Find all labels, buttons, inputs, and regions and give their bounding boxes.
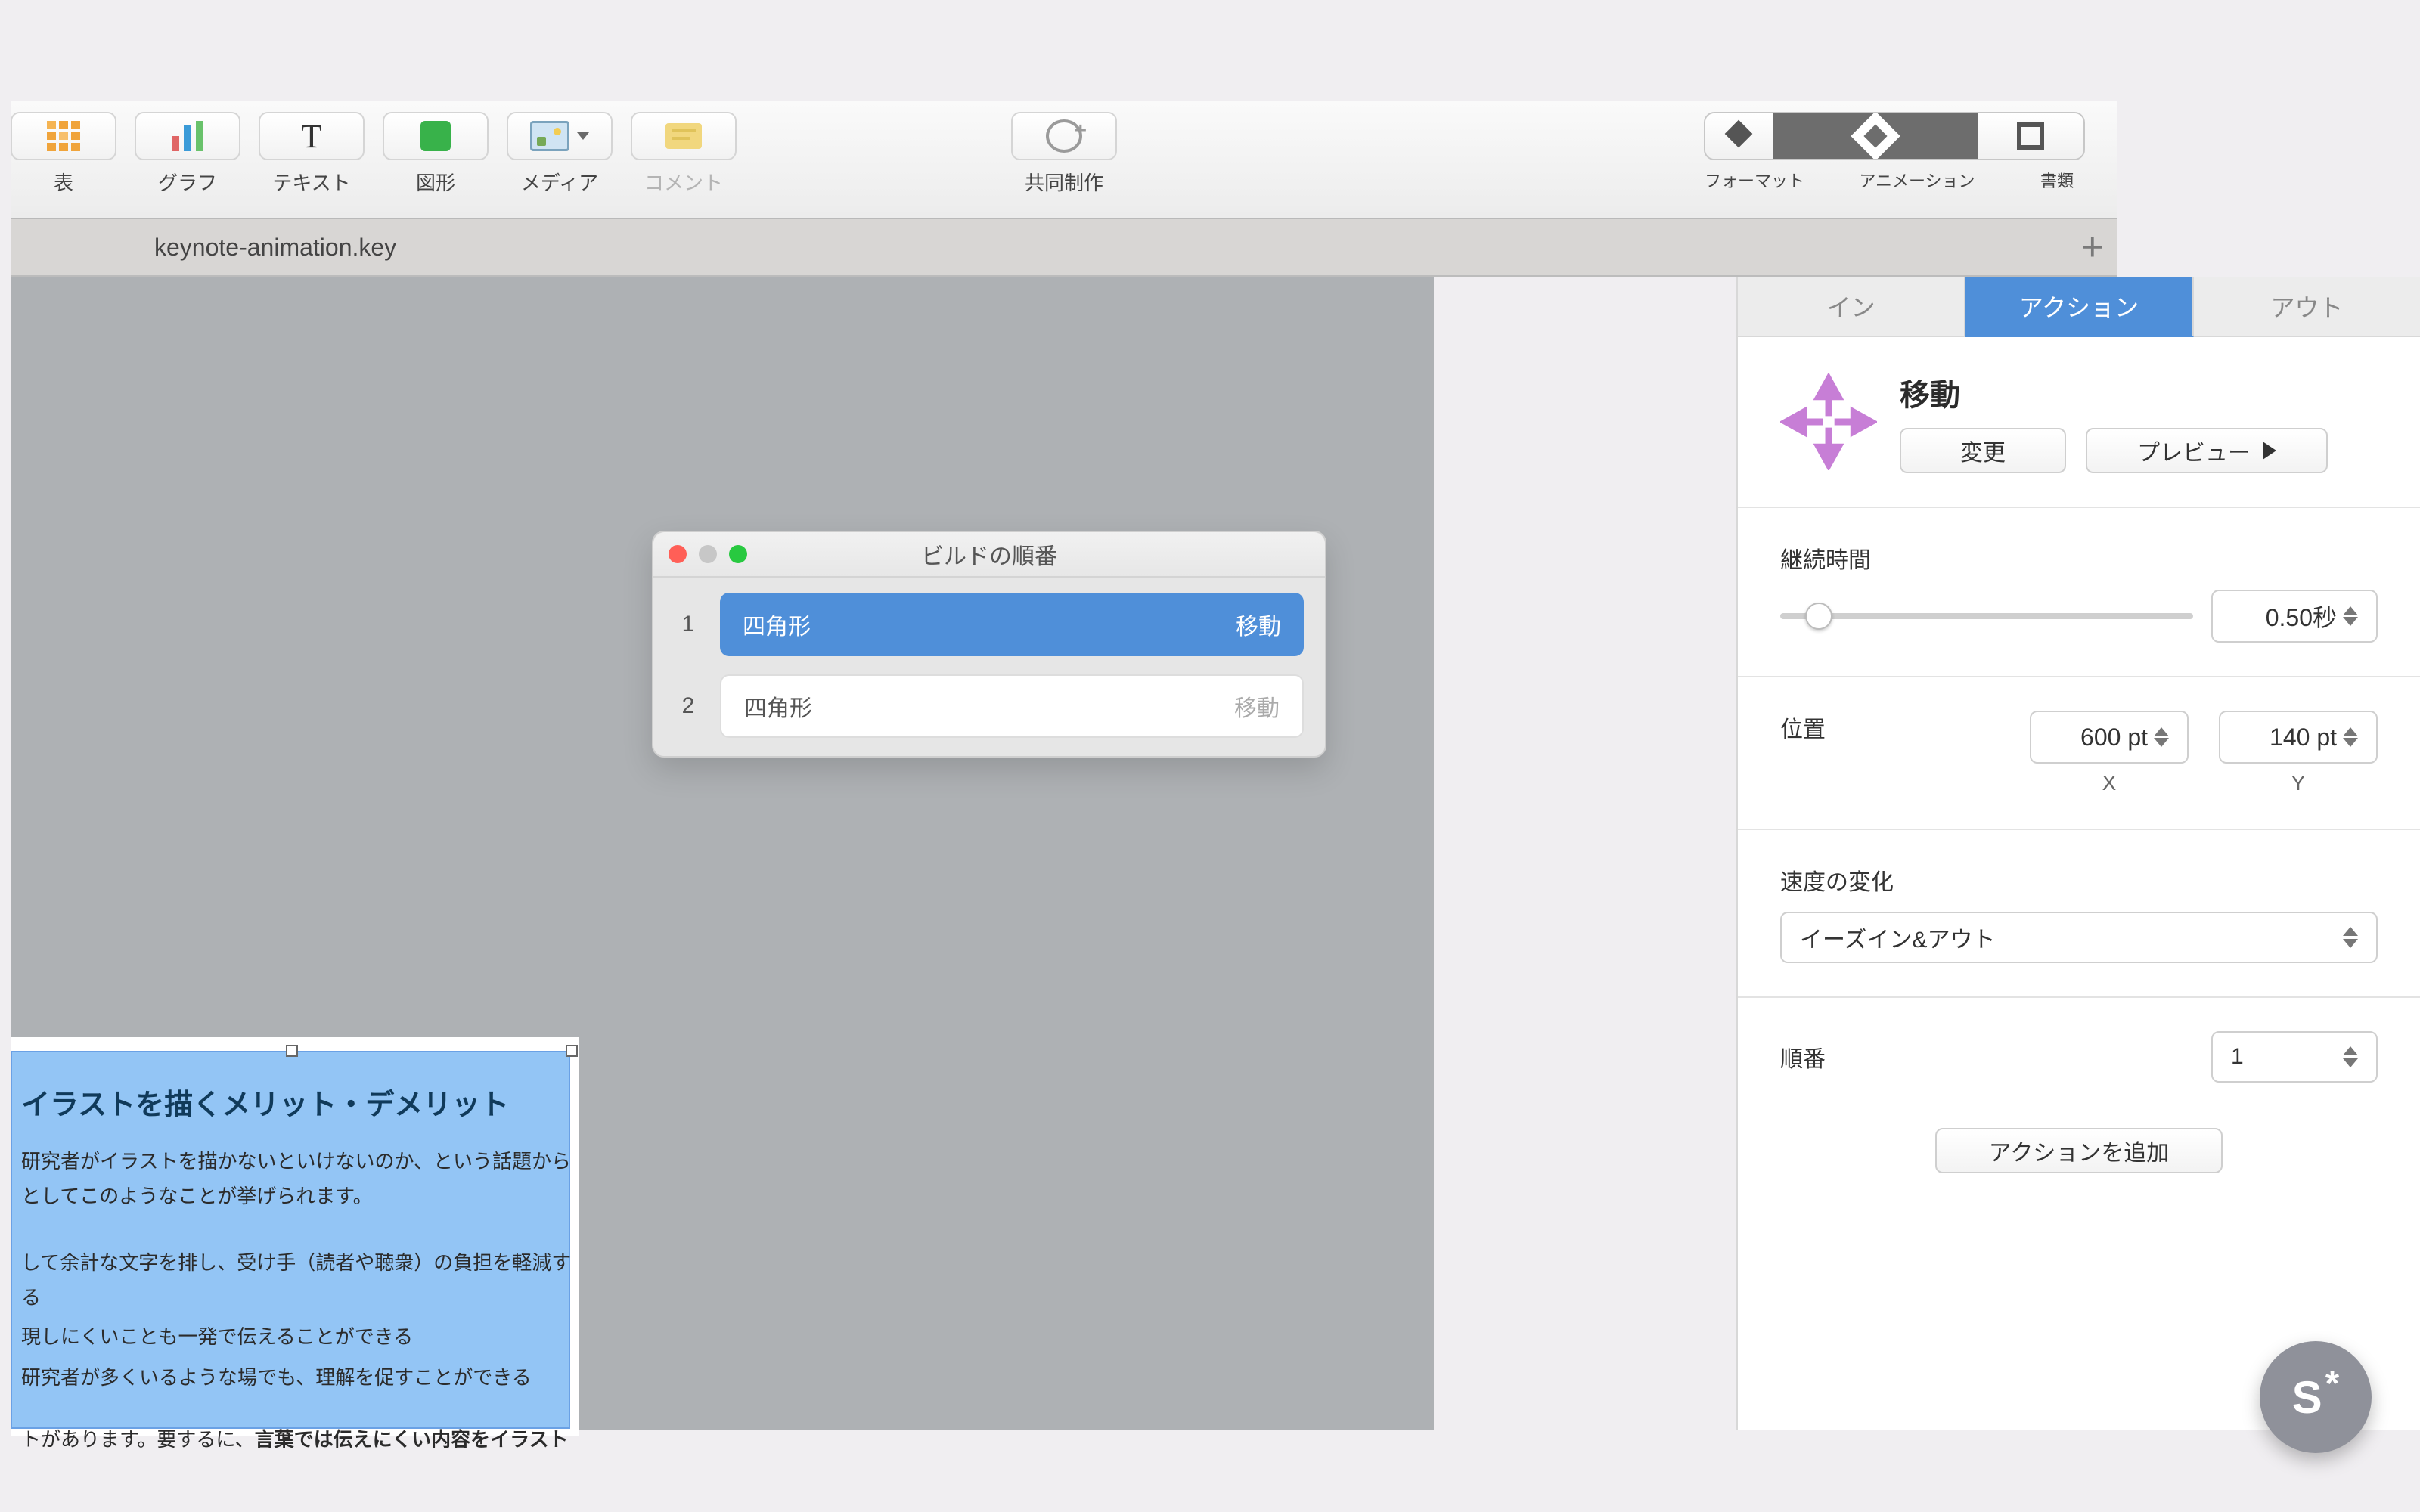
build-order-popover[interactable]: ビルドの順番 1 四角形 移動 2 四角形 移動 — [652, 531, 1326, 758]
chart-icon — [172, 121, 203, 151]
duration-stepper[interactable] — [2343, 593, 2366, 639]
seg-document[interactable] — [1978, 113, 2083, 159]
slide-text-line: 現しにくいことも一発で伝えることができる — [21, 1321, 413, 1349]
duration-label: 継続時間 — [1780, 541, 2378, 575]
seg-format[interactable] — [1705, 113, 1773, 159]
chevron-updown-icon — [2343, 1046, 2358, 1067]
window-zoom-icon[interactable] — [729, 545, 747, 563]
preview-label: プレビュー — [2137, 434, 2251, 467]
y-stepper[interactable] — [2343, 714, 2366, 760]
comment-icon — [666, 123, 702, 149]
toolbar-comment[interactable]: コメント — [631, 112, 737, 196]
collab-icon — [1046, 119, 1082, 153]
duration-field[interactable]: 0.50秒 — [2211, 590, 2378, 643]
text-icon: T — [302, 117, 322, 156]
media-icon — [530, 121, 569, 151]
toolbar-text[interactable]: T テキスト — [259, 112, 365, 196]
x-axis-label: X — [2102, 771, 2117, 795]
slide-heading: イラストを描くメリット・デメリット — [21, 1081, 509, 1123]
tab-build-in[interactable]: イン — [1738, 277, 1965, 337]
build-action-name: 移動 — [1236, 608, 1281, 641]
slide-text-line: る — [21, 1282, 41, 1310]
build-object-name: 四角形 — [743, 608, 811, 641]
seg-format-label: フォーマット — [1679, 168, 1830, 192]
document-icon — [2017, 122, 2044, 150]
window-close-icon[interactable] — [669, 545, 687, 563]
seg-document-label: 書類 — [2004, 168, 2110, 192]
seg-animation-label: アニメーション — [1830, 168, 2004, 192]
add-tab-button[interactable]: + — [2081, 225, 2104, 270]
window-minimize-icon[interactable] — [699, 545, 717, 563]
order-label: 順番 — [1780, 1040, 1826, 1074]
toolbar-media-label: メディア — [521, 168, 598, 196]
popover-titlebar[interactable]: ビルドの順番 — [653, 532, 1325, 578]
tab-action[interactable]: アクション — [1965, 277, 2193, 337]
acceleration-label: 速度の変化 — [1780, 863, 2378, 897]
toolbar-chart[interactable]: グラフ — [135, 112, 240, 196]
toolbar-shape[interactable]: 図形 — [383, 112, 489, 196]
play-icon — [2263, 442, 2276, 460]
chevron-updown-icon — [2343, 927, 2358, 948]
move-effect-icon — [1780, 373, 1877, 470]
seg-animation[interactable] — [1773, 113, 1978, 159]
position-label: 位置 — [1780, 711, 1826, 744]
order-select[interactable]: 1 — [2211, 1031, 2378, 1083]
build-order-row[interactable]: 2 四角形 移動 — [675, 674, 1304, 738]
format-brush-icon — [1724, 121, 1754, 151]
toolbar-comment-label: コメント — [644, 168, 723, 196]
tab-build-out[interactable]: アウト — [2194, 277, 2420, 337]
badge-star: * — [2325, 1363, 2340, 1405]
build-action-name: 移動 — [1234, 689, 1280, 723]
main-toolbar: 表 グラフ T テキスト 図形 メディア コメント 共同制作 — [11, 101, 2118, 219]
slider-thumb[interactable] — [1805, 603, 1832, 630]
shape-icon — [420, 121, 451, 151]
table-icon — [47, 121, 80, 151]
toolbar-collab[interactable]: 共同制作 — [1011, 112, 1117, 196]
badge-letter: S — [2292, 1371, 2322, 1424]
selection-handle[interactable] — [286, 1045, 298, 1057]
popover-title: ビルドの順番 — [653, 538, 1325, 571]
x-stepper[interactable] — [2154, 714, 2176, 760]
toolbar-table[interactable]: 表 — [11, 112, 116, 196]
slide-text-line: 研究者がイラストを描かないといけないのか、という話題から — [21, 1146, 571, 1174]
duration-slider[interactable] — [1780, 613, 2193, 619]
build-object-name: 四角形 — [744, 689, 812, 723]
toolbar-chart-label: グラフ — [158, 168, 217, 196]
selection-handle[interactable] — [566, 1045, 578, 1057]
inspector-panel: イン アクション アウト 移動 変更 プレビュー — [1736, 277, 2420, 1430]
acceleration-select[interactable]: イーズイン&アウト — [1780, 912, 2378, 963]
toolbar-shape-label: 図形 — [416, 168, 455, 196]
preview-button[interactable]: プレビュー — [2086, 428, 2328, 473]
slide-text-line: トがあります。要するに、言葉では伝えにくい内容をイラスト — [21, 1424, 569, 1452]
chevron-down-icon — [577, 132, 589, 140]
inspector-tabs: イン アクション アウト — [1738, 277, 2420, 337]
toolbar-media[interactable]: メディア — [507, 112, 613, 196]
add-action-button[interactable]: アクションを追加 — [1935, 1128, 2223, 1173]
toolbar-collab-label: 共同制作 — [1025, 168, 1103, 196]
y-axis-label: Y — [2291, 771, 2306, 795]
change-effect-button[interactable]: 変更 — [1900, 428, 2066, 473]
toolbar-text-label: テキスト — [272, 168, 350, 196]
slide-text-line: 研究者が多くいるような場でも、理解を促すことができる — [21, 1362, 532, 1390]
slide-text-line: としてこのようなことが挙げられます。 — [21, 1181, 373, 1209]
position-y-field[interactable]: 140 pt — [2219, 711, 2378, 764]
inspector-mode-segmented[interactable] — [1704, 112, 2085, 160]
build-order-row[interactable]: 1 四角形 移動 — [675, 593, 1304, 656]
build-order-index: 2 — [675, 693, 702, 719]
document-filename: keynote-animation.key — [154, 234, 396, 262]
animation-diamond-icon — [1851, 112, 1900, 160]
build-order-index: 1 — [675, 612, 702, 637]
toolbar-table-label: 表 — [54, 168, 73, 196]
app-badge[interactable]: S* — [2260, 1341, 2372, 1453]
document-tab-bar: keynote-animation.key + — [11, 219, 2118, 277]
slide-text-line: して余計な文字を排し、受け手（読者や聴衆）の負担を軽減す — [21, 1247, 571, 1275]
effect-name: 移動 — [1900, 370, 2328, 414]
position-x-field[interactable]: 600 pt — [2030, 711, 2189, 764]
